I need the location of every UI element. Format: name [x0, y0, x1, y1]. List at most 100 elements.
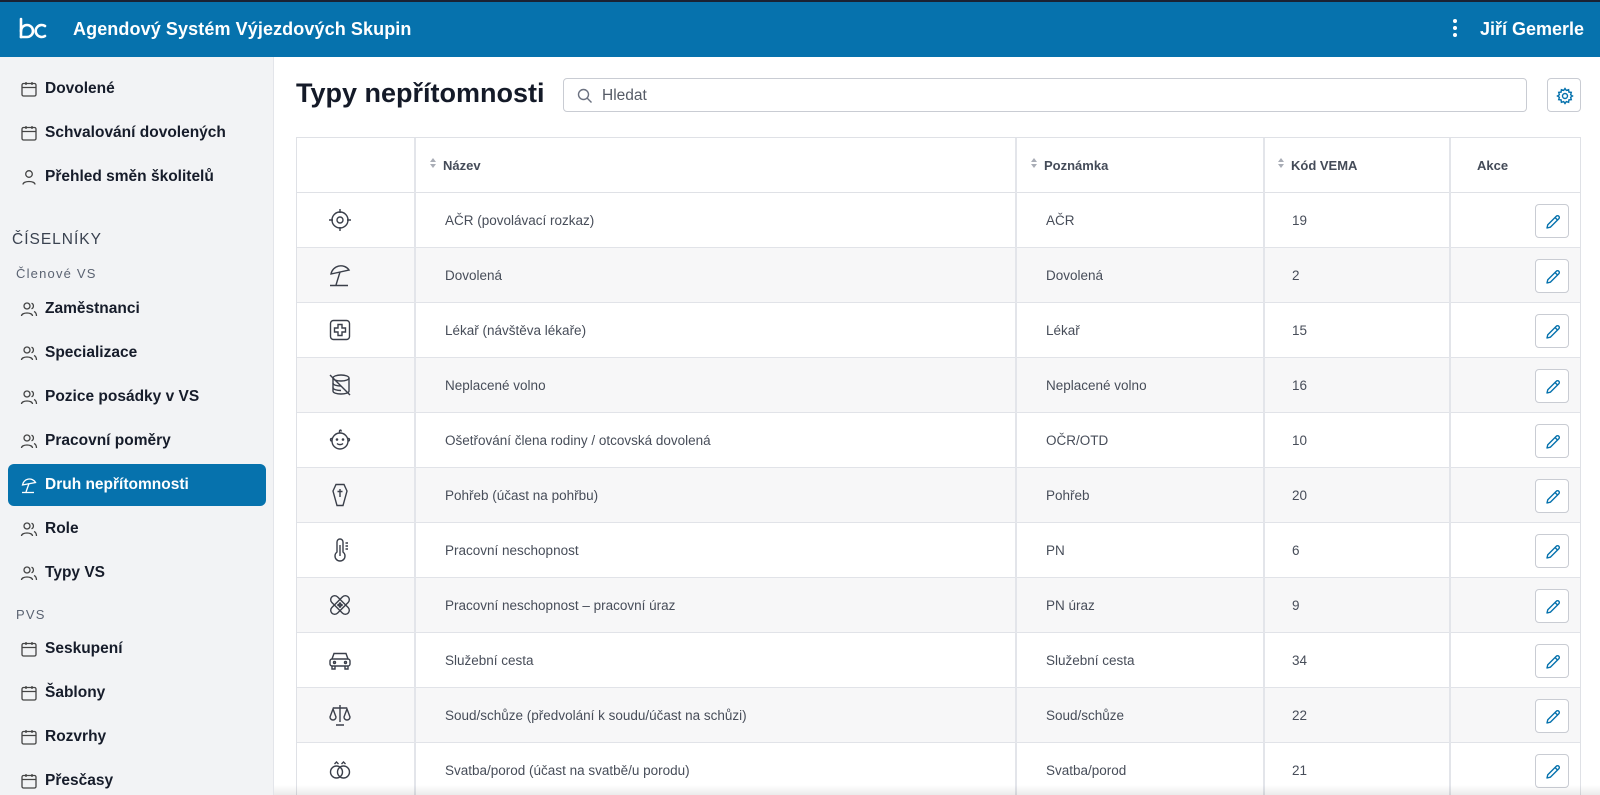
cell-code: 9 [1292, 598, 1300, 613]
column-divider [1449, 138, 1451, 795]
sidebar-item-label: Pracovní poměry [45, 432, 171, 449]
column-divider [1263, 138, 1265, 795]
sidebar-item-prehled-smen[interactable]: Přehled směn školitelů [8, 156, 266, 198]
sidebar-item-pozice-posadky[interactable]: Pozice posádky v VS [8, 376, 266, 418]
sidebar-item-label: Seskupení [45, 640, 123, 657]
cell-note: Dovolená [1046, 268, 1104, 283]
cell-name: Pohřeb (účast na pohřbu) [445, 488, 599, 503]
cell-note: Pohřeb [1046, 488, 1090, 503]
pencil-icon [1546, 545, 1560, 559]
cell-code: 21 [1292, 763, 1308, 778]
table-row: Ošetřování člena rodiny / otcovská dovol… [297, 413, 1580, 468]
pencil-icon [1546, 600, 1560, 614]
baby-face-icon [329, 429, 351, 450]
cell-code: 15 [1292, 323, 1308, 338]
user-menu[interactable]: Jiří Gemerle [1480, 19, 1584, 40]
search-input[interactable] [602, 85, 1502, 107]
edit-button[interactable] [1535, 589, 1569, 623]
sidebar-item-label: Přehled směn školitelů [45, 168, 214, 185]
sidebar-item-schvalovani[interactable]: Schvalování dovolených [8, 112, 266, 154]
cell-name: Neplacené volno [445, 378, 546, 393]
users-icon [20, 566, 38, 581]
sidebar-item-sablony[interactable]: Šablony [8, 672, 266, 714]
sidebar-item-label: Rozvrhy [45, 728, 107, 745]
cell-note: Lékař [1046, 323, 1080, 338]
column-divider [1015, 138, 1017, 795]
users-icon [20, 390, 38, 405]
sidebar-item-label: Šablony [45, 684, 106, 701]
scroll-shadow [274, 785, 1600, 795]
edit-button[interactable] [1535, 259, 1569, 293]
edit-button[interactable] [1535, 369, 1569, 403]
sidebar-item-seskupeni[interactable]: Seskupení [8, 628, 266, 670]
column-header-name[interactable]: Název [429, 138, 1029, 193]
edit-button[interactable] [1535, 424, 1569, 458]
page-title: Typy nepřítomnosti [296, 78, 545, 108]
edit-button[interactable] [1535, 534, 1569, 568]
beach-umbrella-icon [21, 478, 37, 494]
cell-name: Dovolená [445, 268, 503, 283]
table-row: Neplacené volno Neplacené volno 16 [297, 358, 1580, 413]
sidebar-item-label: Dovolené [45, 80, 115, 97]
edit-button[interactable] [1535, 644, 1569, 678]
table-row: AČR (povolávací rozkaz) AČR 19 [297, 193, 1580, 248]
edit-button[interactable] [1535, 699, 1569, 733]
pencil-icon [1546, 710, 1560, 724]
edit-button[interactable] [1535, 204, 1569, 238]
app-logo-icon[interactable] [18, 17, 48, 41]
edit-button[interactable] [1535, 754, 1569, 788]
sidebar-item-rozvrhy[interactable]: Rozvrhy [8, 716, 266, 758]
cell-code: 20 [1292, 488, 1308, 503]
absence-types-table: Název Poznámka Kód VEMA Akce AČR (povolá… [296, 137, 1581, 795]
sidebar-item-specializace[interactable]: Specializace [8, 332, 266, 374]
pencil-icon [1546, 655, 1560, 669]
sidebar-item-dovolene[interactable]: Dovolené [8, 68, 266, 110]
calendar-icon [21, 82, 37, 97]
pencil-icon [1546, 325, 1560, 339]
sidebar-item-label: Schvalování dovolených [45, 124, 226, 141]
sidebar-item-role[interactable]: Role [8, 508, 266, 550]
sidebar-item-zamestnanci[interactable]: Zaměstnanci [8, 288, 266, 330]
column-header-code[interactable]: Kód VEMA [1277, 138, 1457, 193]
bandage-icon [329, 594, 351, 616]
scales-icon [329, 705, 351, 726]
users-icon [20, 302, 38, 317]
group-title: PVS [16, 607, 46, 622]
table-row: Pohřeb (účast na pohřbu) Pohřeb 20 [297, 468, 1580, 523]
cell-name: Pracovní neschopnost [445, 543, 579, 558]
sidebar-item-prescasy[interactable]: Přesčasy [8, 760, 266, 795]
coins-crossed-icon [329, 374, 351, 396]
edit-button[interactable] [1535, 479, 1569, 513]
cell-note: Soud/schůze [1046, 708, 1125, 723]
settings-button[interactable] [1547, 78, 1581, 112]
user-icon [22, 170, 36, 185]
cell-note: Svatba/porod [1046, 763, 1127, 778]
table-row: Služební cesta Služební cesta 34 [297, 633, 1580, 688]
cell-code: 6 [1292, 543, 1300, 558]
users-icon [20, 346, 38, 361]
calendar-icon [21, 642, 37, 657]
edit-button[interactable] [1535, 314, 1569, 348]
more-vertical-icon[interactable] [1451, 19, 1459, 41]
cell-note: Služební cesta [1046, 653, 1135, 668]
sidebar-item-druh-nepritomnosti[interactable]: Druh nepřítomnosti [8, 464, 266, 506]
cell-code: 19 [1292, 213, 1308, 228]
cell-code: 16 [1292, 378, 1308, 393]
sidebar-item-typy-vs[interactable]: Typy VS [8, 552, 266, 594]
target-icon [329, 209, 351, 231]
section-title: ČÍSELNÍKY [12, 231, 102, 248]
search-box [563, 78, 1527, 112]
table-row: Pracovní neschopnost PN 6 [297, 523, 1580, 578]
gear-icon [1556, 87, 1574, 105]
sidebar-item-label: Role [45, 520, 79, 537]
cell-name: Svatba/porod (účast na svatbě/u porodu) [445, 763, 690, 778]
table-header: Název Poznámka Kód VEMA Akce [297, 138, 1580, 193]
calendar-icon [21, 774, 37, 789]
table-row: Pracovní neschopnost – pracovní úraz PN … [297, 578, 1580, 633]
sort-icon [1278, 158, 1284, 168]
search-icon [577, 88, 592, 103]
pencil-icon [1546, 435, 1560, 449]
column-header-note[interactable]: Poznámka [1030, 138, 1270, 193]
app-title: Agendový Systém Výjezdových Skupin [73, 19, 412, 39]
sidebar-item-pracovni-pomery[interactable]: Pracovní poměry [8, 420, 266, 462]
